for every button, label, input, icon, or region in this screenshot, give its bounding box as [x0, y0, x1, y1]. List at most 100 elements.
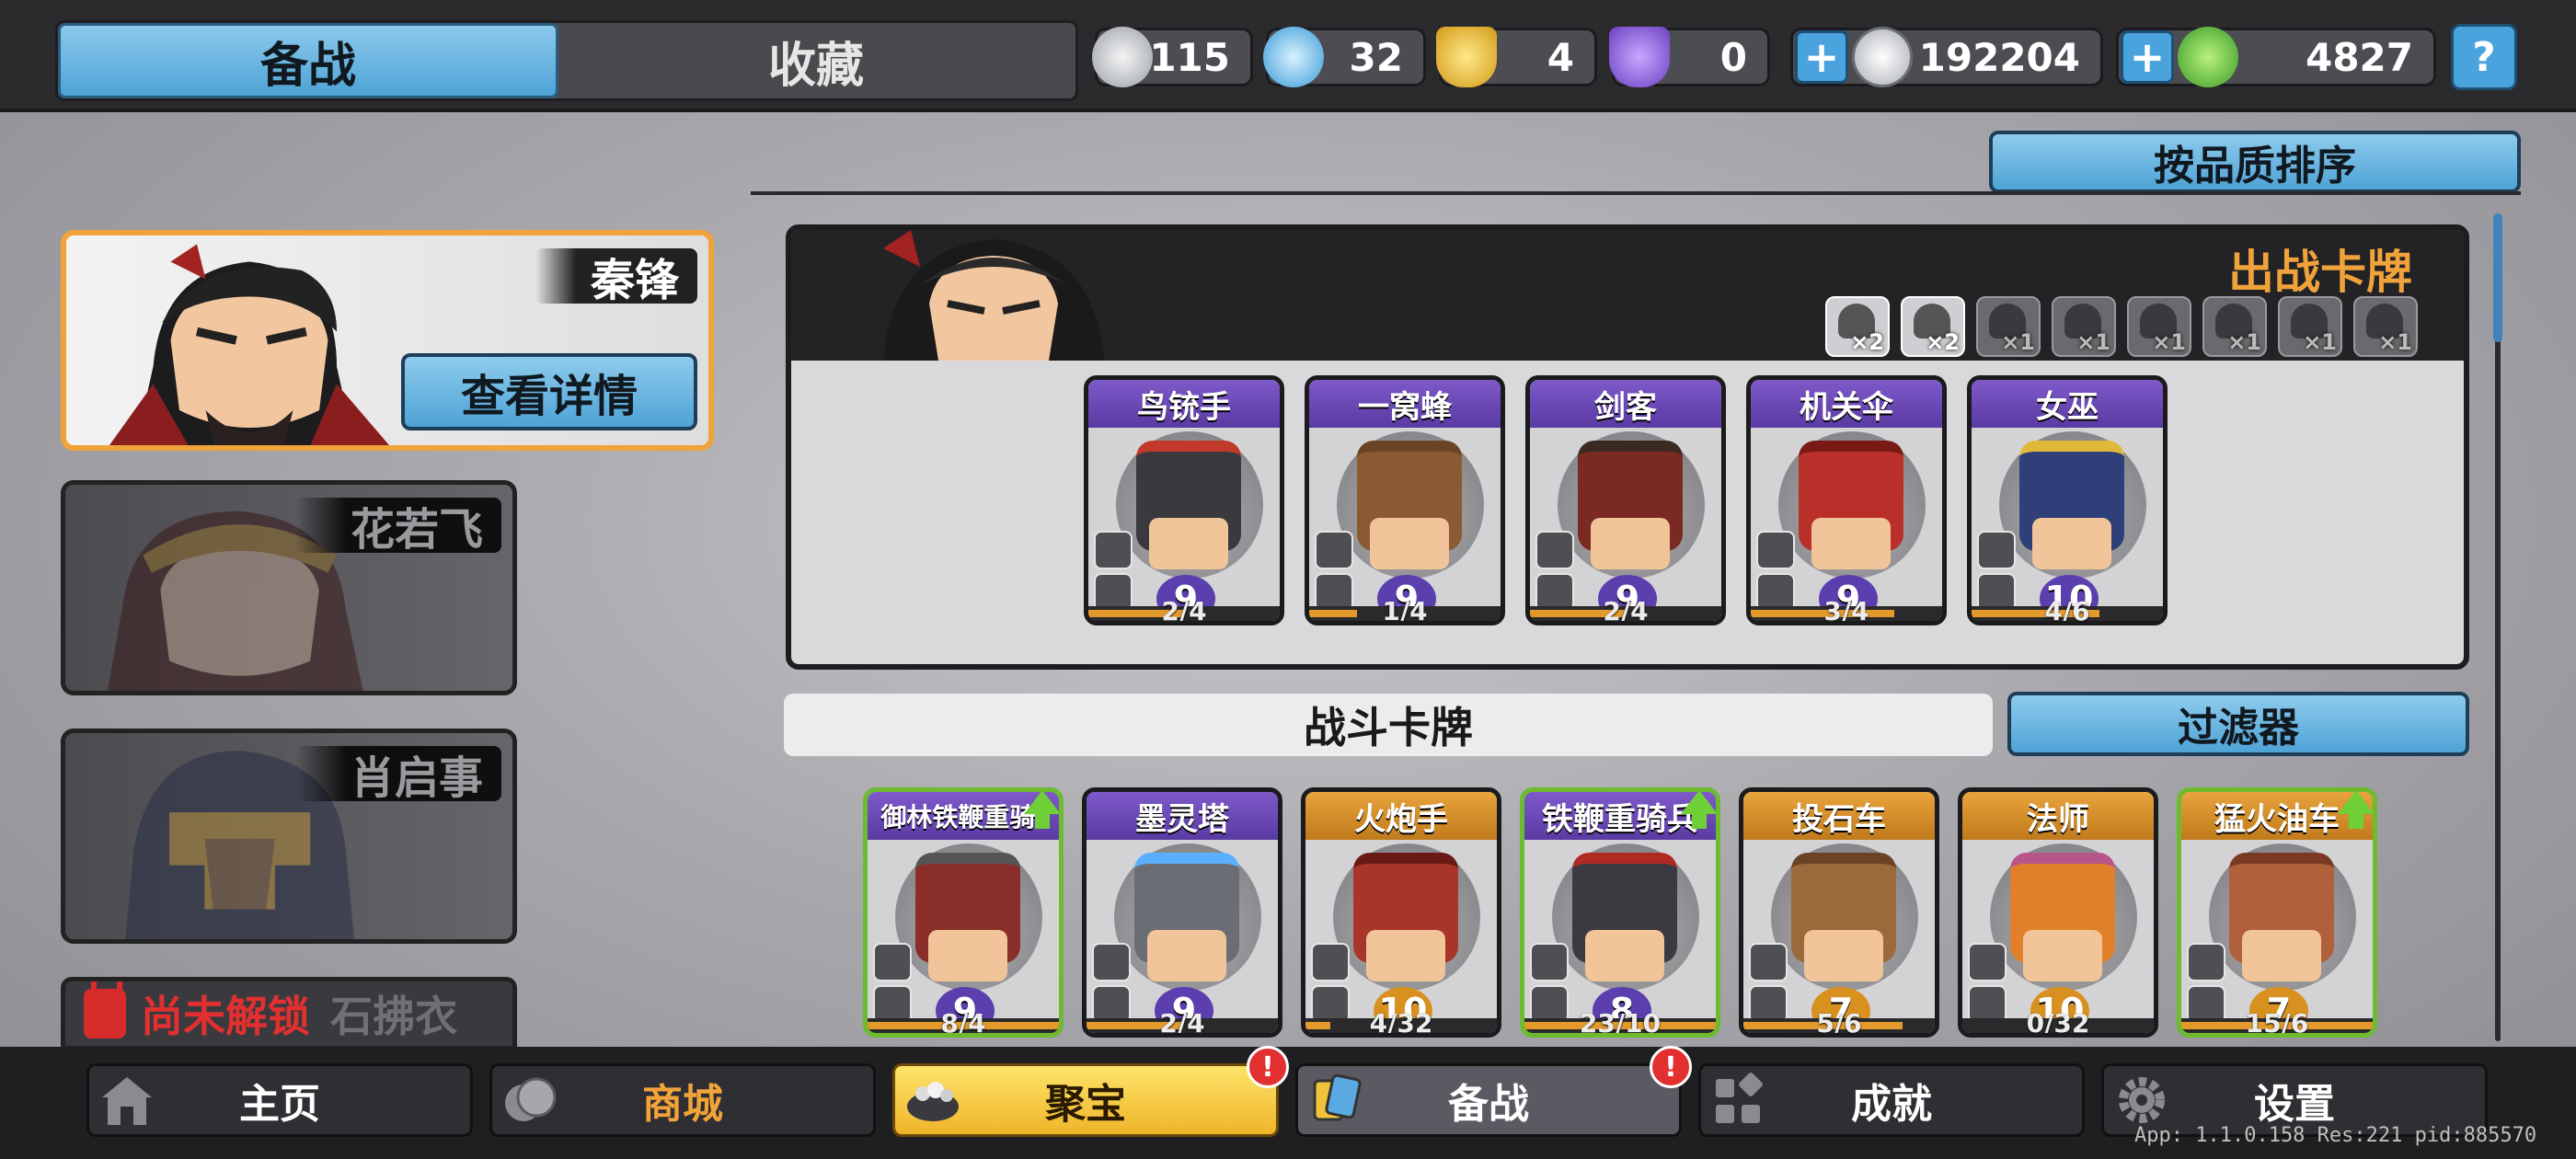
resource-purple-shield[interactable]: 0 [1609, 27, 1770, 87]
locked-commander-name: 石拂衣 [330, 992, 457, 1041]
sword-trait-chip[interactable]: ×2 [1825, 296, 1890, 357]
card-name: 机关伞 [1751, 380, 1942, 428]
cards-icon [1313, 1073, 1362, 1121]
view-details-button[interactable]: 查看详情 [401, 353, 697, 430]
blade-trait-chip[interactable]: ×1 [2278, 296, 2342, 357]
unit-card[interactable]: 女巫 10 4/6 [1967, 375, 2168, 625]
gear-trait-chip[interactable]: ×1 [2127, 296, 2191, 357]
grid-icon [1716, 1073, 1763, 1123]
trait-multiplier: ×2 [1926, 329, 1960, 355]
nav-home[interactable]: 主页 [86, 1063, 473, 1137]
add-gem-button[interactable]: + [2121, 30, 2174, 84]
nav-prepare[interactable]: 备战 ! [1295, 1046, 1692, 1137]
blue-crystal-icon [1263, 27, 1324, 87]
commander-card[interactable]: 花若飞 [61, 480, 517, 695]
resource-value: 32 [1349, 34, 1403, 80]
unit-card[interactable]: 墨灵塔 9 2/4 [1082, 787, 1282, 1038]
unit-card[interactable]: 铁鞭重骑兵 8 23/10 [1520, 787, 1720, 1038]
shield-trait-chip[interactable]: ×1 [2353, 296, 2418, 357]
burst-trait-chip[interactable]: ×1 [2202, 296, 2267, 357]
unit-face [2023, 930, 2102, 981]
alert-badge: ! [1650, 1046, 1692, 1088]
green-gem-icon [2178, 27, 2238, 87]
card-name: 鸟铳手 [1088, 380, 1280, 428]
unit-card[interactable]: 御林铁鞭重骑: 9 8/4 [863, 787, 1064, 1038]
trait-icon [1535, 531, 1574, 569]
resource-silver-crystal[interactable]: 115 [1092, 27, 1253, 87]
nav-label: 商城 [642, 1081, 723, 1128]
deck-header: 出战卡牌 ×2 ×2 ×1 ×1 ×1 ×1 ×1 ×1 [791, 230, 2464, 361]
tab-prepare[interactable]: 备战 [58, 23, 558, 98]
filter-button[interactable]: 过滤器 [2007, 692, 2469, 756]
card-name: 一窝蜂 [1309, 380, 1501, 428]
upgrade-arrow-icon [1681, 792, 1716, 814]
card-count: 2/4 [1159, 1008, 1205, 1038]
unit-card[interactable]: 火炮手 10 4/32 [1301, 787, 1501, 1038]
trait-icon [1315, 531, 1353, 569]
card-name: 墨灵塔 [1087, 792, 1278, 840]
card-name: 火炮手 [1305, 792, 1497, 840]
tab-collection[interactable]: 收藏 [558, 23, 1074, 98]
trait-multiplier: ×2 [1850, 329, 1884, 355]
trait-multiplier: ×1 [2152, 329, 2186, 355]
mode-tabs: 备战 收藏 [55, 20, 1078, 101]
unit-face [1149, 518, 1228, 569]
nav-label: 主页 [239, 1081, 320, 1128]
resource-value: 4 [1547, 34, 1574, 80]
nav-label: 备战 [1448, 1081, 1529, 1128]
trait-icon [873, 943, 912, 981]
unit-face [1366, 930, 1445, 981]
resource-gold-shield[interactable]: 4 [1436, 27, 1597, 87]
unit-card[interactable]: 投石车 7 5/6 [1739, 787, 1939, 1038]
card-count: 15/6 [2245, 1008, 2309, 1038]
version-text: App: 1.1.0.158 Res:221 pid:885570 [2134, 1124, 2537, 1147]
commander-card-selected[interactable]: 秦锋 查看详情 [61, 230, 714, 451]
add-coin-button[interactable]: + [1795, 30, 1848, 84]
trait-multiplier: ×1 [2076, 329, 2110, 355]
unit-face [1804, 930, 1883, 981]
nav-treasure[interactable]: 聚宝 ! [892, 1046, 1289, 1137]
commander-name: 秦锋 [535, 248, 697, 306]
lock-icon [84, 981, 126, 1039]
card-name: 女巫 [1972, 380, 2163, 428]
scrollbar-thumb[interactable] [2493, 213, 2502, 342]
upgrade-arrow-stem [2349, 812, 2363, 829]
unit-card[interactable]: 法师 10 0/32 [1958, 787, 2158, 1038]
helmet-trait-chip[interactable]: ×1 [1976, 296, 2041, 357]
battle-cards-title: 战斗卡牌 [784, 694, 1993, 756]
unit-face [2032, 518, 2111, 569]
card-count: 8/4 [940, 1008, 986, 1038]
card-name: 投石车 [1743, 792, 1935, 840]
commander-name: 花若飞 [294, 498, 501, 556]
hat-trait-chip[interactable]: ×2 [1901, 296, 1965, 357]
upgrade-arrow-icon [1024, 792, 1059, 814]
unit-card[interactable]: 机关伞 9 3/4 [1746, 375, 1947, 625]
trait-icon [1977, 531, 2016, 569]
help-button[interactable]: ? [2451, 24, 2517, 90]
trait-icon [1749, 943, 1788, 981]
card-count: 2/4 [1161, 596, 1207, 625]
purple-shield-icon [1609, 27, 1670, 87]
upgrade-arrow-stem [1035, 812, 1050, 829]
card-count: 2/4 [1603, 596, 1649, 625]
gold-shield-icon [1436, 27, 1497, 87]
card-count: 23/10 [1579, 1008, 1662, 1038]
nav-label: 聚宝 [1045, 1081, 1126, 1128]
resource-blue-crystal[interactable]: 32 [1263, 27, 1426, 87]
skull-trait-chip[interactable]: ×1 [2052, 296, 2116, 357]
unit-card[interactable]: 猛火油车 7 15/6 [2177, 787, 2377, 1038]
unit-card[interactable]: 一窝蜂 9 1/4 [1305, 375, 1505, 625]
unit-face [1591, 518, 1670, 569]
commander-card[interactable]: 肖启事 [61, 729, 517, 944]
currency-green-gem: + 4827 [2116, 27, 2436, 87]
locked-commander[interactable]: 尚未解锁 石拂衣 [61, 977, 517, 1050]
unit-card[interactable]: 鸟铳手 9 2/4 [1084, 375, 1284, 625]
unit-face [1585, 930, 1664, 981]
nav-shop[interactable]: 商城 [489, 1063, 876, 1137]
unit-card[interactable]: 剑客 9 2/4 [1525, 375, 1726, 625]
currency-value: 192204 [1918, 34, 2080, 80]
nav-achievements[interactable]: 成就 [1698, 1063, 2085, 1137]
sort-by-quality-button[interactable]: 按品质排序 [1989, 131, 2521, 193]
unit-face [1370, 518, 1449, 569]
upgrade-arrow-stem [1692, 812, 1707, 829]
